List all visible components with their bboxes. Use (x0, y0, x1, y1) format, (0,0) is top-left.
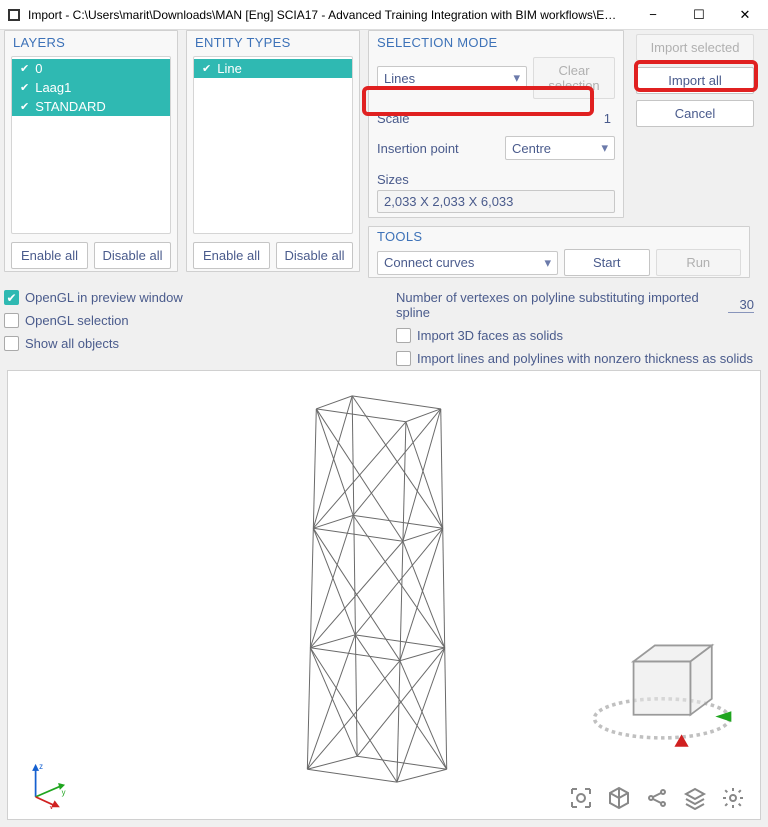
option-label: OpenGL in preview window (25, 290, 183, 305)
option-show-all[interactable]: Show all objects (4, 334, 183, 353)
panel-layers-header: LAYERS (5, 31, 177, 54)
layer-item-laag1[interactable]: ✔ Laag1 (12, 78, 170, 97)
close-button[interactable]: ✕ (722, 0, 768, 30)
check-icon: ✔ (20, 81, 29, 94)
share-icon[interactable] (644, 785, 670, 811)
start-button[interactable]: Start (564, 249, 650, 276)
dropdown-value: Lines (384, 71, 415, 86)
app-icon (8, 9, 20, 21)
viewport-toolbar (568, 785, 746, 811)
option-opengl-preview[interactable]: ✔ OpenGL in preview window (4, 288, 183, 307)
checkbox-icon (396, 351, 411, 366)
panel-layers: LAYERS ✔0 ✔Laag1 ✔STANDARD Enable all Di… (4, 30, 178, 272)
orbit-cube-widget[interactable] (582, 619, 742, 759)
zoom-fit-icon[interactable] (568, 785, 594, 811)
controls-area: LAYERS ✔0 ✔Laag1 ✔STANDARD Enable all Di… (0, 30, 768, 363)
check-icon: ✔ (20, 100, 29, 113)
panel-tools: TOOLS Connect curves ▾ Start Run (368, 226, 750, 278)
minimize-button[interactable]: − (630, 0, 676, 30)
insertion-point-label: Insertion point (377, 141, 505, 156)
run-button[interactable]: Run (656, 249, 742, 276)
layers-icon[interactable] (682, 785, 708, 811)
svg-text:z: z (39, 762, 43, 771)
entity-item-line[interactable]: ✔ Line (194, 59, 352, 78)
vertexes-input[interactable]: 30 (728, 297, 754, 313)
option-label: Import 3D faces as solids (417, 328, 563, 343)
panel-selection-mode: SELECTION MODE Lines ▾ Clear selection Sc… (368, 30, 624, 218)
import-selected-button[interactable]: Import selected (636, 34, 754, 61)
insertion-point-dropdown[interactable]: Centre ▾ (505, 136, 615, 160)
entity-item-label: Line (217, 61, 242, 76)
layer-item-label: Laag1 (35, 80, 71, 95)
axis-gizmo: z y x (20, 757, 72, 809)
window-title: Import - C:\Users\marit\Downloads\MAN [E… (28, 8, 630, 22)
selection-mode-dropdown[interactable]: Lines ▾ (377, 66, 527, 90)
titlebar: Import - C:\Users\marit\Downloads\MAN [E… (0, 0, 768, 30)
vertexes-label: Number of vertexes on polyline substitut… (396, 290, 722, 320)
layer-item-0[interactable]: ✔0 (12, 59, 170, 78)
clear-selection-button[interactable]: Clear selection (533, 57, 615, 99)
option-opengl-selection[interactable]: OpenGL selection (4, 311, 183, 330)
vertexes-row: Number of vertexes on polyline substitut… (396, 288, 754, 322)
panel-selection-header: SELECTION MODE (369, 31, 623, 54)
option-label: Show all objects (25, 336, 119, 351)
dropdown-value: Centre (512, 141, 551, 156)
layer-item-standard[interactable]: ✔ STANDARD (12, 97, 170, 116)
maximize-button[interactable]: ☐ (676, 0, 722, 30)
svg-text:y: y (62, 788, 66, 797)
layers-enable-all-button[interactable]: Enable all (11, 242, 88, 269)
checkbox-icon (4, 313, 19, 328)
preview-viewport[interactable]: z y x (7, 370, 761, 820)
sizes-value: 2,033 X 2,033 X 6,033 (377, 190, 615, 213)
chevron-down-icon: ▾ (513, 70, 520, 86)
option-label: Import lines and polylines with nonzero … (417, 351, 753, 366)
layer-item-label: STANDARD (35, 99, 106, 114)
chevron-down-icon: ▾ (544, 255, 551, 271)
checkbox-icon (396, 328, 411, 343)
sizes-label: Sizes (377, 172, 615, 187)
import-all-button[interactable]: Import all (636, 67, 754, 94)
panel-entity-types: ENTITY TYPES ✔ Line Enable all Disable al… (186, 30, 360, 272)
option-label: OpenGL selection (25, 313, 129, 328)
option-faces-solids[interactable]: Import 3D faces as solids (396, 326, 754, 345)
layers-disable-all-button[interactable]: Disable all (94, 242, 171, 269)
checkbox-icon (4, 336, 19, 351)
cube-icon[interactable] (606, 785, 632, 811)
entity-disable-all-button[interactable]: Disable all (276, 242, 353, 269)
gear-icon[interactable] (720, 785, 746, 811)
chevron-down-icon: ▾ (601, 140, 608, 156)
entity-list[interactable]: ✔ Line (193, 56, 353, 234)
layers-list[interactable]: ✔0 ✔Laag1 ✔STANDARD (11, 56, 171, 234)
panel-entity-header: ENTITY TYPES (187, 31, 359, 54)
check-icon: ✔ (202, 62, 211, 75)
cancel-button[interactable]: Cancel (636, 100, 754, 127)
checkbox-icon: ✔ (4, 290, 19, 305)
svg-text:x: x (49, 804, 53, 809)
layer-item-label: 0 (35, 61, 42, 76)
entity-enable-all-button[interactable]: Enable all (193, 242, 270, 269)
option-lines-solids[interactable]: Import lines and polylines with nonzero … (396, 349, 754, 368)
tool-dropdown[interactable]: Connect curves ▾ (377, 251, 558, 275)
panel-tools-header: TOOLS (369, 227, 749, 246)
check-icon: ✔ (20, 62, 29, 75)
action-column: Import selected Import all Cancel (636, 34, 754, 127)
dropdown-value: Connect curves (384, 255, 474, 270)
scale-value[interactable]: 1 (545, 111, 615, 126)
scale-label: Scale (377, 111, 545, 126)
